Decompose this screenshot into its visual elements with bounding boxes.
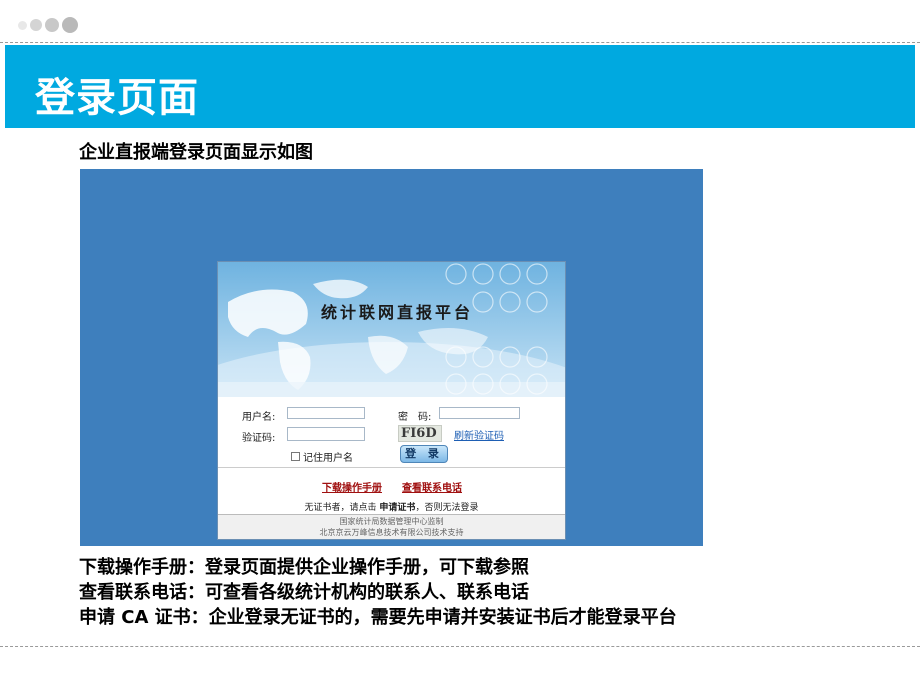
platform-title: 统计联网直报平台 <box>320 303 473 322</box>
contact-phone-link[interactable]: 查看联系电话 <box>402 479 462 494</box>
login-button[interactable]: 登 录 <box>400 445 448 463</box>
description-apply-certificate: 申请 CA 证书：企业登录无证书的，需要先申请并安装证书后才能登录平台 <box>79 607 677 628</box>
decorative-dots <box>18 17 78 33</box>
captcha-image: FI6D <box>398 425 442 442</box>
login-panel: 统计联网直报平台 用户名: 密 码: 验证码: FI6D 刷新验证码 记住用户名… <box>217 261 566 540</box>
certificate-notice: 无证书者，请点击 申请证书，否则无法登录 <box>218 500 565 513</box>
bottom-dashed-divider <box>0 646 920 647</box>
dot-2 <box>30 19 42 31</box>
top-dashed-divider <box>0 42 920 43</box>
page-title: 登录页面 <box>35 75 199 121</box>
panel-footer: 国家统计局数据管理中心监制 北京京云万峰信息技术有限公司技术支持 <box>218 514 565 539</box>
download-manual-link[interactable]: 下载操作手册 <box>322 479 382 494</box>
dot-1 <box>18 20 27 30</box>
apply-certificate-link[interactable]: 申请证书 <box>379 503 415 513</box>
cert-suffix: ，否则无法登录 <box>415 503 479 513</box>
description-contact-phone: 查看联系电话：可查看各级统计机构的联系人、联系电话 <box>79 582 529 603</box>
title-banner: 登录页面 <box>5 45 915 128</box>
hero-banner: 统计联网直报平台 <box>218 262 565 397</box>
panel-divider <box>218 467 565 468</box>
remember-label: 记住用户名 <box>303 453 353 464</box>
cert-prefix: 无证书者，请点击 <box>304 503 377 513</box>
platform-title-box: 统计联网直报平台 <box>307 300 487 326</box>
username-input[interactable] <box>287 407 365 419</box>
dot-4 <box>62 17 78 33</box>
remember-username[interactable]: 记住用户名 <box>291 449 353 464</box>
world-map-background <box>218 262 565 397</box>
captcha-input[interactable] <box>287 427 365 441</box>
refresh-captcha-link[interactable]: 刷新验证码 <box>454 427 504 442</box>
dot-3 <box>45 18 59 32</box>
captcha-label: 验证码: <box>242 433 276 444</box>
section-caption: 企业直报端登录页面显示如图 <box>79 142 313 163</box>
login-screenshot: 统计联网直报平台 用户名: 密 码: 验证码: FI6D 刷新验证码 记住用户名… <box>80 169 703 546</box>
footer-support: 北京京云万峰信息技术有限公司技术支持 <box>319 528 464 537</box>
footer-supervisor: 国家统计局数据管理中心监制 <box>339 517 444 526</box>
username-label: 用户名: <box>242 412 276 423</box>
remember-checkbox[interactable] <box>291 452 300 461</box>
password-input[interactable] <box>439 407 520 419</box>
password-label: 密 码: <box>398 412 432 423</box>
description-download-manual: 下载操作手册：登录页面提供企业操作手册，可下载参照 <box>79 557 529 578</box>
